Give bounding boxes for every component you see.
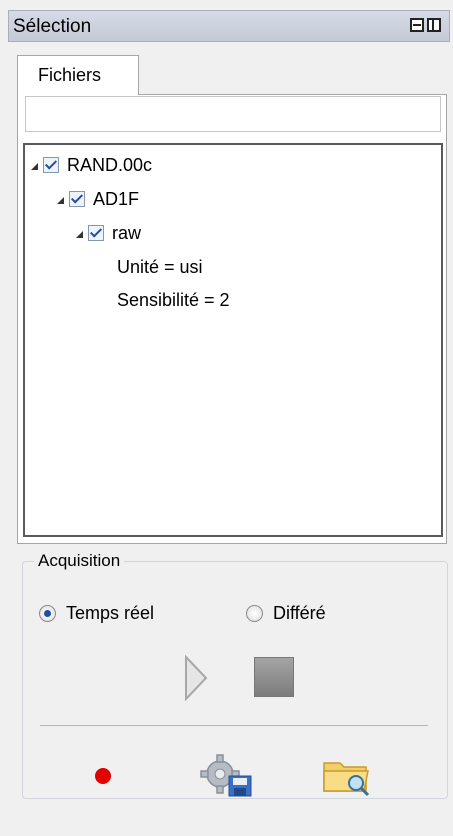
stop-icon[interactable] xyxy=(254,657,294,697)
tree-node-root[interactable]: RAND.00c xyxy=(31,153,152,177)
float-icon[interactable] xyxy=(427,18,441,32)
radio-label: Différé xyxy=(273,603,326,623)
tree-node-label: AD1F xyxy=(93,188,140,209)
panel-title: Sélection xyxy=(13,16,92,37)
file-tree[interactable]: RAND.00c AD1F raw Unité = usi Sensibilit… xyxy=(23,143,443,537)
tree-node-label: RAND.00c xyxy=(67,154,153,175)
checkbox-icon[interactable] xyxy=(88,225,104,241)
tree-node-label: raw xyxy=(112,222,142,243)
tab-fichiers[interactable]: Fichiers xyxy=(17,55,139,95)
acquisition-label: Acquisition xyxy=(34,551,125,571)
tree-node-child[interactable]: AD1F xyxy=(57,187,139,211)
settings-save-icon[interactable] xyxy=(196,752,256,798)
tree-leaf-sensitivity: Sensibilité = 2 xyxy=(117,290,230,310)
expand-arrow-icon[interactable] xyxy=(57,197,64,204)
record-icon[interactable] xyxy=(95,768,111,784)
expand-arrow-icon[interactable] xyxy=(76,231,83,238)
play-icon[interactable] xyxy=(184,655,208,701)
radio-temps-reel[interactable]: Temps réel xyxy=(39,603,154,624)
divider xyxy=(40,725,428,726)
checkbox-icon[interactable] xyxy=(43,157,59,173)
radio-unselected-icon[interactable] xyxy=(246,605,263,622)
open-folder-search-icon[interactable] xyxy=(322,755,374,797)
tree-node-grandchild[interactable]: raw xyxy=(76,221,141,245)
expand-arrow-icon[interactable] xyxy=(31,163,38,170)
radio-selected-icon[interactable] xyxy=(39,605,56,622)
minimize-icon[interactable] xyxy=(410,18,424,32)
checkbox-icon[interactable] xyxy=(69,191,85,207)
radio-label: Temps réel xyxy=(66,603,155,623)
filter-input[interactable] xyxy=(25,96,441,132)
tab-label: Fichiers xyxy=(38,65,102,85)
tree-leaf-unit: Unité = usi xyxy=(117,257,203,277)
radio-differe[interactable]: Différé xyxy=(246,603,326,624)
panel-title-bar: Sélection xyxy=(8,10,450,42)
